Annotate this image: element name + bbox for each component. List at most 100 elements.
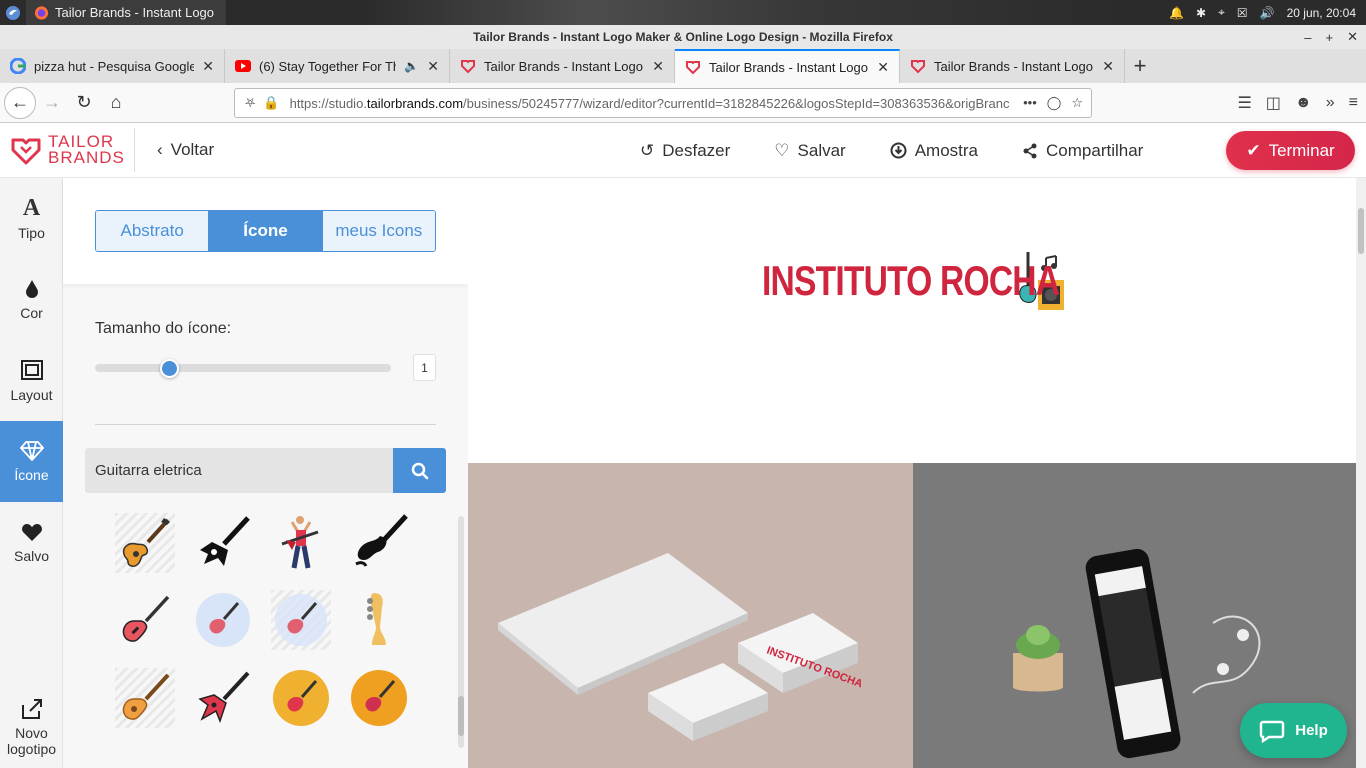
sidebar-icon[interactable]: ◫ [1266,93,1281,113]
os-menu-icon[interactable] [0,0,26,25]
share-icon [1023,143,1037,158]
wifi-icon[interactable]: ⌖ [1218,5,1225,20]
finish-button[interactable]: ✔ Terminar [1226,131,1355,170]
lock-icon[interactable]: 🔒 [263,95,279,111]
close-box-icon[interactable]: ☒ [1237,6,1248,20]
guitar-icon[interactable] [115,668,175,728]
tab-close-icon[interactable]: ✕ [877,59,889,76]
logo-text[interactable]: INSTITUTO ROCHA [762,257,1060,305]
tab-tailor-3[interactable]: Tailor Brands - Instant Logo M ✕ [900,49,1125,83]
url-bar[interactable]: ⛧ 🔒 https://studio.tailorbrands.com/busi… [234,88,1092,118]
save-button[interactable]: ♡ Salvar [774,141,845,161]
sample-button[interactable]: Amostra [890,141,978,161]
nav-icone[interactable]: Ícone [0,421,63,502]
tab-google[interactable]: pizza hut - Pesquisa Google ✕ [0,49,225,83]
help-button[interactable]: Help [1240,703,1347,758]
guitar-icon[interactable] [349,513,409,573]
icon-search-button[interactable] [393,448,446,493]
os-task-firefox[interactable]: Tailor Brands - Instant Logo ... [26,0,226,25]
back-button[interactable]: ← [4,86,36,119]
guitar-icon[interactable] [193,513,253,573]
tab-label: Tailor Brands - Instant Logo M [484,58,645,74]
undo-icon: ↺ [640,140,655,160]
tab-abstrato[interactable]: Abstrato [96,211,210,251]
minimize-icon[interactable]: – [1304,30,1311,45]
guitar-badge-icon[interactable] [349,668,409,728]
nav-label: Cor [20,304,43,321]
logo-line2: BRANDS [48,148,125,167]
volume-icon[interactable]: 🔊 [1260,6,1275,20]
tailor-brands-favicon [686,61,700,75]
logo-canvas[interactable]: INSTITUTO ROCHA [468,178,1356,463]
close-icon[interactable]: ✕ [1347,29,1358,45]
page-scrollbar-thumb[interactable] [1358,208,1364,254]
guitar-headstock-icon[interactable] [349,590,409,650]
icon-size-value[interactable]: 1 [413,354,436,381]
left-tool-nav: A Tipo Cor Layout Ícone Salvo Novo logot… [0,178,63,768]
tab-close-icon[interactable]: ✕ [202,58,214,75]
nav-novo-logotipo[interactable]: Novo logotipo [0,686,63,768]
guitar-icon[interactable] [193,668,253,728]
icon-size-slider-handle[interactable] [159,359,179,378]
guitarist-icon[interactable] [271,513,331,573]
guitar-icon[interactable] [115,513,175,573]
back-link[interactable]: ‹ Voltar [157,140,214,160]
heart-outline-icon: ♡ [774,140,790,160]
undo-label: Desfazer [662,140,731,160]
tab-close-icon[interactable]: ✕ [1102,58,1114,75]
new-tab-button[interactable]: + [1125,49,1155,83]
home-button[interactable]: ⌂ [100,87,132,119]
tailor-brands-favicon [461,60,475,74]
tab-tailor-2[interactable]: Tailor Brands - Instant Logo M ✕ [675,49,900,83]
panel-scrollbar[interactable] [458,516,464,748]
icon-search-input[interactable]: Guitarra eletrica [85,448,394,493]
panel-tabs-area: Abstrato Ícone meus Icons [63,178,468,284]
url-text[interactable]: https://studio.tailorbrands.com/business… [290,96,1024,111]
tab-tailor-1[interactable]: Tailor Brands - Instant Logo M ✕ [450,49,675,83]
forward-button[interactable]: → [36,87,68,119]
undo-button[interactable]: ↺ Desfazer [640,141,730,161]
save-label: Salvar [797,140,846,160]
reload-button[interactable]: ↻ [68,87,100,119]
logo-preview[interactable]: INSTITUTO ROCHA [762,250,1066,312]
guitar-badge-icon[interactable] [271,668,331,728]
menu-icon[interactable]: ≡ [1349,94,1358,112]
nav-cor[interactable]: Cor [0,259,63,340]
overflow-icon[interactable]: » [1326,94,1335,112]
tab-close-icon[interactable]: ✕ [652,58,664,75]
bookmark-star-icon[interactable]: ☆ [1071,95,1083,111]
pocket-icon[interactable]: ◯ [1047,95,1062,111]
type-icon: A [22,194,41,221]
export-icon [21,699,42,719]
nav-salvo[interactable]: Salvo [0,502,63,583]
tab-youtube[interactable]: (6) Stay Together For The 🔈 ✕ [225,49,450,83]
account-icon[interactable]: ☻ [1295,94,1312,112]
speaker-icon[interactable]: 🔈 [404,59,419,73]
nav-tipo[interactable]: A Tipo [0,178,63,259]
bluetooth-icon[interactable]: ✱ [1196,6,1206,20]
clock[interactable]: 20 jun, 20:04 [1287,6,1356,20]
navigation-bar: ← → ↻ ⌂ ⛧ 🔒 https://studio.tailorbrands.… [0,83,1366,123]
tab-meus-icons[interactable]: meus Icons [322,211,435,251]
library-icon[interactable]: ☰ [1237,93,1251,113]
page-actions-icon[interactable]: ••• [1023,95,1037,111]
bell-icon[interactable]: 🔔 [1169,6,1184,20]
tailor-brands-favicon [911,60,925,74]
nav-layout[interactable]: Layout [0,340,63,421]
shield-icon[interactable]: ⛧ [245,95,255,111]
tab-close-icon[interactable]: ✕ [427,58,439,75]
tab-label: Tailor Brands - Instant Logo M [934,58,1095,74]
page-scrollbar[interactable] [1356,178,1366,768]
icon-panel: Abstrato Ícone meus Icons Tamanho do íco… [63,178,468,768]
guitar-icon[interactable] [271,590,331,650]
guitar-icon[interactable] [115,590,175,650]
tab-icone[interactable]: Ícone [209,211,323,251]
guitar-icon[interactable] [193,590,253,650]
toolbar-right: ☰ ◫ ☻ » ≡ [1237,83,1358,123]
icon-size-slider[interactable] [95,364,391,372]
panel-scrollbar-thumb[interactable] [458,696,464,736]
share-button[interactable]: Compartilhar [1022,141,1143,161]
tailor-brands-logo[interactable]: TAILOR BRANDS [10,133,134,167]
maximize-icon[interactable]: + [1326,30,1334,45]
youtube-icon [235,60,251,72]
